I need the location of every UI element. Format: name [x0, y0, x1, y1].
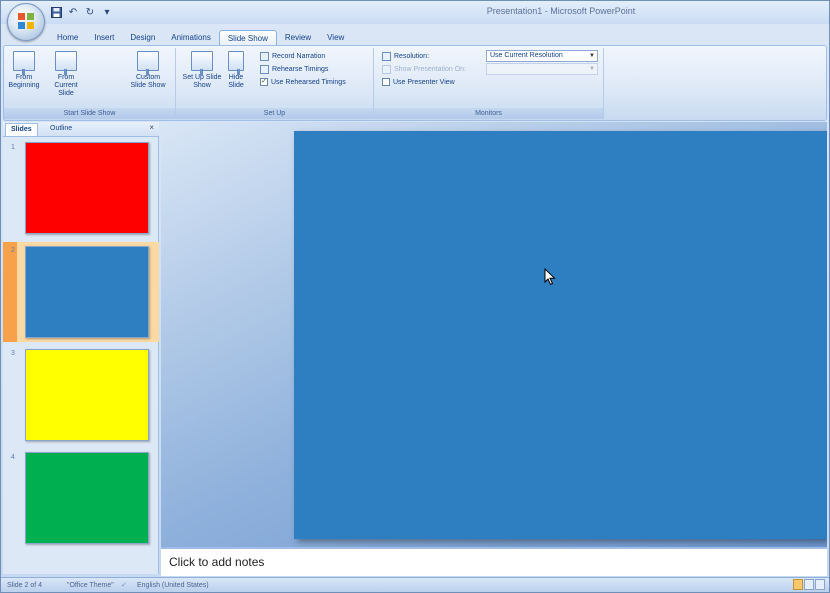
tab-design[interactable]: Design	[122, 30, 163, 46]
theme-status[interactable]: "Office Theme"	[67, 578, 114, 592]
record-narration-button[interactable]: Record Narration	[260, 50, 325, 62]
start-slide-show-group-label: Start Slide Show	[4, 108, 175, 119]
office-button[interactable]	[7, 3, 45, 41]
show-presentation-on-dropdown[interactable]: ▼	[486, 63, 598, 75]
slide-count-status: Slide 2 of 4	[7, 582, 43, 589]
mouse-pointer-icon	[544, 268, 556, 286]
close-icon[interactable]: ×	[149, 123, 154, 132]
tab-home[interactable]: Home	[49, 30, 86, 46]
slide-number: 3	[11, 350, 15, 357]
tab-slides[interactable]: Slides	[5, 123, 38, 136]
notes-placeholder: Click to add notes	[169, 555, 265, 569]
slide-editing-area	[161, 122, 827, 547]
chevron-down-icon: ▼	[589, 66, 595, 72]
rehearse-timings-button[interactable]: Rehearse Timings	[260, 63, 328, 75]
use-rehearsed-timings-checkbox[interactable]: ✓ Use Rehearsed Timings	[260, 76, 346, 88]
ribbon-tabs: Home Insert Design Animations Slide Show…	[49, 26, 352, 47]
powerpoint-window: ↶ ↻ ▾ Presentation1 - Microsoft PowerPoi…	[0, 0, 830, 593]
office-logo-icon	[18, 13, 34, 29]
show-presentation-on-label: Show Presentation On:	[394, 65, 466, 73]
setup-show-icon	[191, 51, 213, 75]
hide-slide-icon	[228, 51, 244, 75]
from-current-slide-button[interactable]: From Current Slide	[46, 50, 86, 98]
resolution-value: Use Current Resolution	[490, 52, 563, 59]
window-title: Presentation1 - Microsoft PowerPoint	[486, 6, 636, 16]
monitors-group-label: Monitors	[374, 108, 603, 119]
save-icon[interactable]	[49, 5, 63, 19]
quick-access-toolbar: ↶ ↻ ▾	[49, 4, 114, 20]
microphone-icon	[260, 51, 269, 61]
rehearse-timings-label: Rehearse Timings	[272, 65, 329, 73]
resolution-label-row: Resolution:	[382, 50, 429, 62]
normal-view-icon[interactable]	[793, 579, 803, 590]
tab-animations[interactable]: Animations	[163, 30, 219, 46]
set-up-group: Set Up Slide Show Hide Slide Record Narr…	[176, 48, 374, 119]
show-presentation-on-label-row: Show Presentation On:	[382, 63, 466, 75]
title-bar: ↶ ↻ ▾ Presentation1 - Microsoft PowerPoi…	[1, 1, 829, 24]
monitor-icon	[382, 64, 391, 74]
slide-thumbnail-2[interactable]	[25, 246, 149, 338]
language-status[interactable]: English (United States)	[137, 578, 209, 592]
slide-show-view-icon[interactable]	[815, 579, 825, 590]
from-beginning-label: From Beginning	[8, 74, 40, 89]
projector-screen-icon	[55, 51, 77, 75]
hide-slide-button[interactable]: Hide Slide	[222, 50, 250, 90]
resolution-icon	[382, 51, 391, 61]
chevron-down-icon: ▼	[589, 53, 595, 59]
resolution-label: Resolution:	[394, 52, 430, 60]
ribbon: From Beginning From Current Slide Custom…	[3, 45, 827, 121]
current-slide-canvas[interactable]	[294, 131, 827, 539]
set-up-slide-show-button[interactable]: Set Up Slide Show	[182, 50, 222, 90]
monitors-group: Resolution: Use Current Resolution ▼ Sho…	[374, 48, 604, 119]
customize-icon[interactable]: ▾	[100, 5, 114, 19]
tab-view[interactable]: View	[319, 30, 352, 46]
pane-tabs: Slides Outline ×	[3, 122, 159, 137]
view-buttons	[793, 579, 825, 590]
checkmark-icon: ✓	[260, 78, 268, 86]
notes-pane[interactable]: Click to add notes	[161, 547, 827, 576]
slide-thumbnail-3[interactable]	[25, 349, 149, 441]
custom-slide-show-button[interactable]: Custom Slide Show	[128, 50, 168, 90]
from-beginning-button[interactable]: From Beginning	[4, 50, 44, 90]
custom-show-icon	[137, 51, 159, 75]
projector-screen-icon	[13, 51, 35, 75]
custom-slide-show-label: Custom Slide Show	[130, 74, 166, 89]
spelling-check-icon[interactable]: ✓	[121, 578, 127, 592]
slide-number: 4	[11, 454, 15, 461]
slides-pane: Slides Outline × 1 2 3 4	[3, 122, 159, 574]
tab-insert[interactable]: Insert	[86, 30, 122, 46]
slide-thumbnail-4[interactable]	[25, 452, 149, 544]
slide-sorter-view-icon[interactable]	[804, 579, 814, 590]
resolution-dropdown[interactable]: Use Current Resolution ▼	[486, 50, 598, 62]
use-presenter-view-label: Use Presenter View	[393, 78, 455, 86]
slide-thumbnail-1[interactable]	[25, 142, 149, 234]
start-slide-show-group: From Beginning From Current Slide Custom…	[4, 48, 176, 119]
redo-icon[interactable]: ↻	[83, 5, 97, 19]
record-narration-label: Record Narration	[272, 52, 326, 60]
use-presenter-view-checkbox[interactable]: Use Presenter View	[382, 76, 455, 88]
set-up-group-label: Set Up	[176, 108, 373, 119]
checkbox-unchecked-icon	[382, 78, 390, 86]
status-bar: Slide 2 of 4 "Office Theme" ✓ English (U…	[1, 577, 829, 592]
use-rehearsed-timings-label: Use Rehearsed Timings	[271, 78, 346, 86]
tab-outline[interactable]: Outline	[45, 123, 77, 135]
set-up-slide-show-label: Set Up Slide Show	[182, 74, 222, 89]
slide-number: 1	[11, 144, 15, 151]
hide-slide-label: Hide Slide	[228, 74, 244, 89]
selected-slide-indicator	[3, 242, 17, 342]
stopwatch-icon	[260, 64, 269, 74]
from-current-slide-label: From Current Slide	[54, 74, 78, 97]
tab-review[interactable]: Review	[277, 30, 319, 46]
undo-icon[interactable]: ↶	[66, 5, 80, 19]
slide-number: 2	[11, 247, 15, 254]
